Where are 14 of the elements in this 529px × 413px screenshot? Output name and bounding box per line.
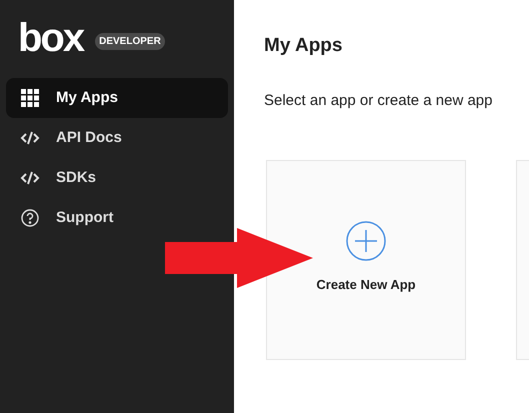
create-app-card[interactable]: Create New App [266, 160, 466, 360]
page-title: My Apps [264, 34, 344, 58]
sidebar-item[interactable]: My Apps [6, 78, 228, 118]
grid-icon [21, 89, 39, 107]
plus-icon [346, 220, 386, 260]
code-icon [20, 131, 40, 145]
page-subtitle: Select an app or create a new app [264, 90, 494, 111]
sidebar-item[interactable]: API Docs [6, 118, 228, 158]
developer-badge: DEVELOPER [95, 32, 165, 50]
code-icon [20, 171, 40, 185]
sidebar-item[interactable]: SDKs [6, 158, 228, 198]
sidebar-item[interactable]: Support [6, 198, 228, 238]
logo-wordmark: box [18, 18, 84, 58]
help-icon [21, 209, 39, 227]
